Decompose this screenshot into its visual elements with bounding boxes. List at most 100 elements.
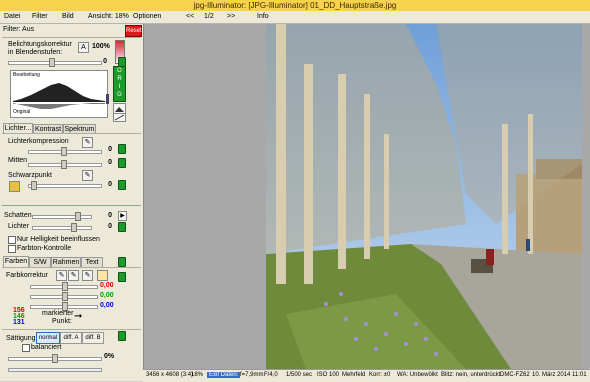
menu-optionen[interactable]: Optionen [133, 13, 161, 20]
exposure-percent: 100% [92, 43, 110, 50]
kompression-slider[interactable] [28, 147, 102, 156]
schwarzpunkt-slider-thumb[interactable] [31, 181, 37, 190]
exposure-slider-thumb[interactable] [49, 58, 55, 67]
orig-letter-r: R [117, 76, 122, 82]
exposure-label-2: in Blendenstufen: [8, 49, 63, 56]
divider [2, 267, 141, 268]
title-bar: jpg-Illuminator: [JPG-Illuminator] 01_DD… [0, 0, 590, 11]
lichter-slider[interactable] [32, 223, 92, 232]
reset-button[interactable]: Reset [125, 25, 142, 37]
tab-sw[interactable]: S/W [29, 257, 51, 267]
lichter-apply-button[interactable] [118, 222, 126, 232]
status-dimensions: 3456 x 4608 (3:4) [146, 372, 194, 378]
farb-picker-3-icon[interactable]: ✎ [82, 270, 93, 281]
window-title: jpg-Illuminator: [JPG-Illuminator] 01_DD… [193, 1, 397, 10]
kompression-apply-button[interactable] [118, 144, 126, 154]
farb-picker-2-icon[interactable]: ✎ [68, 270, 79, 281]
exif-button[interactable]: Exif Daten: [207, 372, 241, 378]
nur-helligkeit-checkbox[interactable] [8, 236, 16, 244]
schwarzpunkt-slider[interactable] [28, 181, 102, 190]
saettigung-range-bar[interactable] [8, 368, 102, 372]
green-slider-thumb[interactable] [62, 292, 68, 301]
control-panel: Filter: Aus Reset Belichtungskorrektur i… [0, 24, 144, 381]
schwarzpunkt-label: Schwarzpunkt [8, 172, 52, 179]
original-toggle-button[interactable]: O R I G [113, 66, 126, 102]
status-zoom: 18% [191, 372, 204, 378]
status-focal: f=7,9mm [240, 372, 264, 378]
filter-status: Filter: Aus [3, 26, 35, 33]
blue-value: 0,00 [100, 302, 114, 309]
image-viewer[interactable] [144, 24, 590, 369]
mode-diff-a-button[interactable]: diff. A [60, 332, 82, 344]
schwarzpunkt-apply-button[interactable] [118, 180, 126, 190]
saettigung-slider[interactable] [8, 354, 102, 363]
blue-slider[interactable] [30, 302, 98, 311]
status-camera: DMC-FZ62 [500, 372, 530, 378]
menu-bar: Datei Filter Bild Ansicht: 18% Optionen … [0, 11, 590, 24]
mitten-label: Mitten [8, 157, 28, 164]
schatten-arrow-icon[interactable]: ▶ [118, 211, 127, 221]
orig-letter-g: G [117, 92, 122, 98]
kompression-picker-icon[interactable]: ✎ [82, 137, 93, 148]
farben-apply-top-button[interactable] [118, 257, 126, 267]
schatten-slider-thumb[interactable] [75, 212, 81, 221]
nur-helligkeit-label: Nur Helligkeit beeinflussen [17, 236, 100, 243]
curve-icon[interactable] [113, 113, 126, 122]
auto-exposure-button[interactable]: A [78, 42, 89, 53]
kompression-slider-thumb[interactable] [61, 147, 67, 156]
balanciert-checkbox[interactable] [22, 344, 30, 352]
prev-image-button[interactable]: << [186, 13, 194, 20]
exposure-slider[interactable] [8, 58, 102, 67]
red-slider-thumb[interactable] [62, 282, 68, 291]
tab-farben[interactable]: Farben [3, 256, 29, 267]
saettigung-apply-button[interactable] [118, 331, 126, 341]
rgb-b-readout: 131 [13, 319, 25, 326]
schwarzpunkt-value: 0 [108, 181, 112, 188]
lichter-slider-thumb[interactable] [71, 223, 77, 232]
status-shutter: 1/500 sec [286, 372, 313, 378]
schwarzpunkt-picker-icon[interactable]: ✎ [82, 170, 93, 181]
lichterkompression-label: Lichterkompression [8, 138, 69, 145]
schatten-slider[interactable] [32, 212, 92, 221]
histogram-marker [106, 94, 109, 104]
tab-text[interactable]: Text [81, 257, 103, 267]
mitten-apply-button[interactable] [118, 158, 126, 168]
status-date: 10. März 2014 11:01 [532, 372, 587, 378]
mitten-slider[interactable] [28, 160, 102, 169]
mode-diff-b-button[interactable]: diff. B [82, 332, 104, 344]
histogram: Bearbeitung Original [10, 70, 108, 118]
menu-filter[interactable]: Filter [32, 13, 48, 20]
green-slider[interactable] [30, 292, 98, 301]
status-korr: Korr: ±0 [369, 372, 391, 378]
status-aperture: F/4,0 [264, 372, 278, 378]
next-image-button[interactable]: >> [227, 13, 235, 20]
menu-ansicht[interactable]: Ansicht: 18% [88, 13, 129, 20]
farb-picker-1-icon[interactable]: ✎ [56, 270, 67, 281]
farbton-kontrolle-checkbox[interactable] [8, 245, 16, 253]
farbkorrektur-apply-button[interactable] [118, 272, 126, 282]
lichter-value: 0 [108, 223, 112, 230]
saettigung-slider-thumb[interactable] [52, 354, 58, 363]
farb-reset-icon[interactable] [97, 270, 108, 281]
menu-bild[interactable]: Bild [62, 13, 74, 20]
mode-normal-button[interactable]: normal [36, 332, 60, 344]
kompression-value: 0 [108, 146, 112, 153]
saettigung-value: 0% [104, 353, 115, 360]
mitten-slider-thumb[interactable] [61, 160, 67, 169]
schatten-label: Schatten [4, 212, 32, 219]
status-bar: 3456 x 4608 (3:4) 18% Exif Daten: f=7,9m… [143, 369, 590, 382]
schwarzpunkt-color-icon[interactable] [9, 181, 20, 192]
divider [2, 133, 141, 134]
red-slider[interactable] [30, 282, 98, 291]
mitten-value: 0 [108, 159, 112, 166]
menu-info[interactable]: Info [257, 13, 269, 20]
tab-rahmen[interactable]: Rahmen [51, 257, 81, 267]
balanciert-label: balanciert [31, 344, 62, 351]
status-iso: ISO 100 [317, 372, 340, 378]
menu-datei[interactable]: Datei [4, 13, 20, 20]
street-photo [266, 24, 582, 369]
arrow-right-icon: ➞ [74, 311, 83, 322]
exposure-label-1: Belichtungskorrektur [8, 41, 72, 48]
status-metering: Mehrfeld [342, 372, 366, 378]
status-flash: Blitz: nein, unterdrückt [441, 372, 501, 378]
